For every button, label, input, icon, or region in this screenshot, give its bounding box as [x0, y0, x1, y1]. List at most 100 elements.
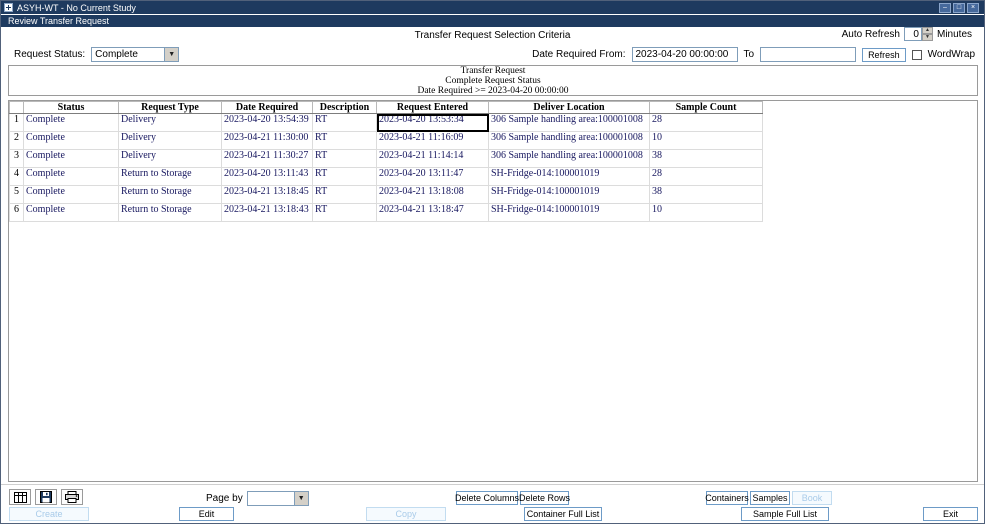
grid-cell[interactable]: 10	[650, 132, 763, 150]
sample-full-list-button[interactable]: Sample Full List	[741, 507, 829, 521]
row-number[interactable]: 3	[10, 150, 24, 168]
grid-cell[interactable]: RT	[313, 186, 377, 204]
page-by-value	[248, 492, 294, 505]
grid-cell[interactable]: Complete	[24, 204, 119, 222]
grid-cell[interactable]: 2023-04-21 11:14:14	[377, 150, 489, 168]
date-to-field[interactable]	[760, 47, 856, 62]
grid-cell[interactable]: Return to Storage	[119, 204, 222, 222]
close-icon[interactable]: ×	[967, 3, 979, 13]
menubar: Review Transfer Request	[1, 15, 984, 27]
grid-cell[interactable]: Return to Storage	[119, 168, 222, 186]
table-row: 3CompleteDelivery2023-04-21 11:30:27RT20…	[10, 150, 763, 168]
grid-cell[interactable]: 38	[650, 186, 763, 204]
grid-cell[interactable]: 306 Sample handling area:100001008	[489, 150, 650, 168]
grid-cell[interactable]: RT	[313, 150, 377, 168]
table-row: 6CompleteReturn to Storage2023-04-21 13:…	[10, 204, 763, 222]
grid-cell[interactable]: 2023-04-21 13:18:47	[377, 204, 489, 222]
grid-cell[interactable]: SH-Fridge-014:100001019	[489, 204, 650, 222]
auto-refresh-unit: Minutes	[937, 29, 972, 40]
edit-button[interactable]: Edit	[179, 507, 234, 521]
grid-cell[interactable]: Complete	[24, 168, 119, 186]
samples-button[interactable]: Samples	[750, 491, 790, 505]
date-to-label: To	[744, 49, 755, 60]
grid-cell[interactable]: SH-Fridge-014:100001019	[489, 168, 650, 186]
row-number[interactable]: 2	[10, 132, 24, 150]
grid-cell[interactable]: 2023-04-20 13:53:34	[377, 114, 489, 132]
wordwrap-checkbox[interactable]	[912, 50, 922, 60]
col-header-status[interactable]: Status	[24, 102, 119, 114]
grid-cell[interactable]: Complete	[24, 150, 119, 168]
auto-refresh-label: Auto Refresh	[842, 29, 900, 40]
grid-cell[interactable]: 28	[650, 168, 763, 186]
col-header-sample-count[interactable]: Sample Count	[650, 102, 763, 114]
grid-cell[interactable]: Delivery	[119, 150, 222, 168]
delete-columns-button[interactable]: Delete Columns	[456, 491, 518, 505]
banner-line-1: Transfer Request	[461, 66, 526, 76]
grid-cell[interactable]: 2023-04-20 13:11:43	[222, 168, 313, 186]
grid-cell[interactable]: RT	[313, 168, 377, 186]
auto-refresh-stepper[interactable]: 0 ▲ ▼	[904, 27, 933, 41]
grid-cell[interactable]: Complete	[24, 132, 119, 150]
menubar-label[interactable]: Review Transfer Request	[8, 16, 109, 26]
refresh-button[interactable]: Refresh	[862, 48, 906, 62]
grid-cell[interactable]: 10	[650, 204, 763, 222]
date-required-group: Date Required From: 2023-04-20 00:00:00 …	[532, 47, 975, 62]
grid-cell[interactable]: 2023-04-21 11:16:09	[377, 132, 489, 150]
spin-up-icon[interactable]: ▲	[922, 27, 933, 34]
col-header-date-required[interactable]: Date Required	[222, 102, 313, 114]
spin-down-icon[interactable]: ▼	[922, 34, 933, 41]
save-icon[interactable]	[35, 489, 57, 505]
grid-cell[interactable]: Complete	[24, 186, 119, 204]
page-by-select[interactable]: ▼	[247, 491, 309, 506]
col-header-request-type[interactable]: Request Type	[119, 102, 222, 114]
print-icon[interactable]	[61, 489, 83, 505]
row-number[interactable]: 6	[10, 204, 24, 222]
container-full-list-button[interactable]: Container Full List	[524, 507, 602, 521]
grid-cell[interactable]: 2023-04-21 11:30:27	[222, 150, 313, 168]
row-number[interactable]: 5	[10, 186, 24, 204]
grid-cell[interactable]: 28	[650, 114, 763, 132]
auto-refresh-value[interactable]: 0	[904, 27, 922, 41]
grid-cell[interactable]: Return to Storage	[119, 186, 222, 204]
grid-cell[interactable]: 2023-04-21 13:18:43	[222, 204, 313, 222]
grid-cell[interactable]: 38	[650, 150, 763, 168]
containers-button[interactable]: Containers	[706, 491, 748, 505]
delete-rows-button[interactable]: Delete Rows	[520, 491, 569, 505]
chevron-down-icon[interactable]: ▼	[164, 48, 178, 61]
date-required-label: Date Required From:	[532, 49, 625, 60]
grid-cell[interactable]: 2023-04-21 11:30:00	[222, 132, 313, 150]
grid-cell[interactable]: Delivery	[119, 132, 222, 150]
grid-body: 1CompleteDelivery2023-04-20 13:54:39RT20…	[10, 114, 763, 222]
app-window: ASYH-WT - No Current Study – □ × Review …	[0, 0, 985, 524]
grid-cell[interactable]: 306 Sample handling area:100001008	[489, 114, 650, 132]
minimize-icon[interactable]: –	[939, 3, 951, 13]
grid-cell[interactable]: 2023-04-21 13:18:08	[377, 186, 489, 204]
table-row: 2CompleteDelivery2023-04-21 11:30:00RT20…	[10, 132, 763, 150]
col-header-deliver-location[interactable]: Deliver Location	[489, 102, 650, 114]
grid-cell[interactable]: Complete	[24, 114, 119, 132]
restore-icon[interactable]: □	[953, 3, 965, 13]
exit-button[interactable]: Exit	[923, 507, 978, 521]
bottom-toolbar	[9, 489, 83, 505]
grid-cell[interactable]: 306 Sample handling area:100001008	[489, 132, 650, 150]
request-status-select[interactable]: Complete ▼	[91, 47, 179, 62]
row-number[interactable]: 4	[10, 168, 24, 186]
grid-cell[interactable]: 2023-04-20 13:54:39	[222, 114, 313, 132]
col-header-description[interactable]: Description	[313, 102, 377, 114]
date-from-field[interactable]: 2023-04-20 00:00:00	[632, 47, 738, 62]
grid-cell[interactable]: SH-Fridge-014:100001019	[489, 186, 650, 204]
table-grid-icon[interactable]	[9, 489, 31, 505]
request-table: Status Request Type Date Required Descri…	[9, 101, 763, 222]
grid-cell[interactable]: 2023-04-21 13:18:45	[222, 186, 313, 204]
create-button: Create	[9, 507, 89, 521]
table-row: 4CompleteReturn to Storage2023-04-20 13:…	[10, 168, 763, 186]
grid-cell[interactable]: Delivery	[119, 114, 222, 132]
chevron-down-icon[interactable]: ▼	[294, 492, 308, 505]
grid-cell[interactable]: RT	[313, 114, 377, 132]
col-header-request-entered[interactable]: Request Entered	[377, 102, 489, 114]
auto-refresh-group: Auto Refresh 0 ▲ ▼ Minutes	[842, 27, 972, 41]
grid-cell[interactable]: RT	[313, 204, 377, 222]
row-number[interactable]: 1	[10, 114, 24, 132]
grid-cell[interactable]: 2023-04-20 13:11:47	[377, 168, 489, 186]
grid-cell[interactable]: RT	[313, 132, 377, 150]
